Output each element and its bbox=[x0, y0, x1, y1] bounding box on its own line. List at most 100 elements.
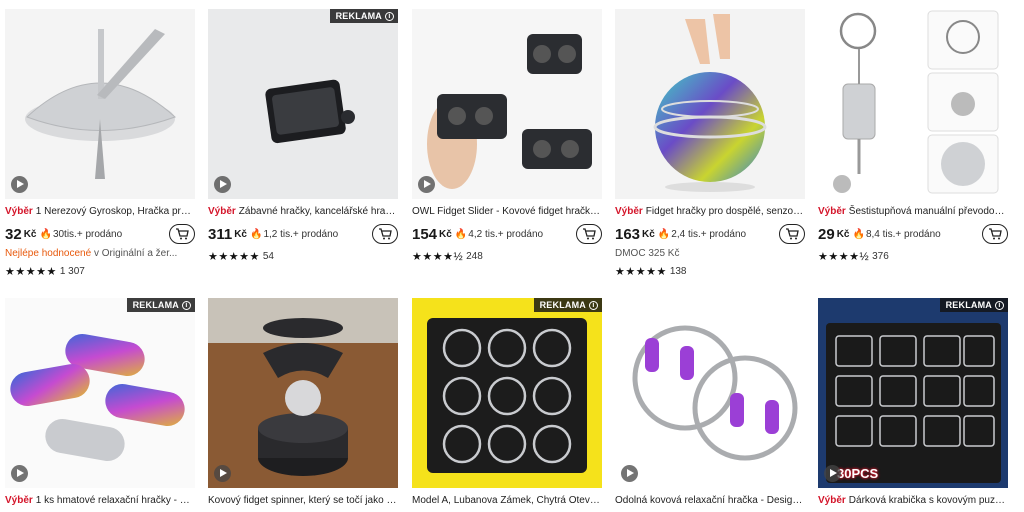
product-title-text: 1 ks hmatové relaxační hračky - Pře... bbox=[35, 495, 195, 506]
puzzle-box-image bbox=[826, 323, 1001, 483]
play-video-icon[interactable] bbox=[214, 465, 231, 482]
play-video-icon[interactable] bbox=[11, 465, 28, 482]
ad-label[interactable]: REKLAMA i bbox=[533, 298, 602, 312]
stars-icon: ★★★★★ bbox=[208, 251, 260, 263]
product-title: Výběr Fidget hračky pro dospělé, senzoric… bbox=[615, 205, 805, 218]
ad-label[interactable]: REKLAMA i bbox=[939, 298, 1008, 312]
product-image[interactable]: REKLAMA i bbox=[412, 298, 602, 488]
ad-label[interactable]: REKLAMA i bbox=[329, 9, 398, 23]
flippy-chain-image bbox=[632, 325, 798, 461]
product-image[interactable]: REKLAMA i 30PCS bbox=[818, 298, 1008, 488]
pcs-overlay-text: 30PCS bbox=[837, 466, 879, 481]
product-card[interactable]: Výběr Fidget hračky pro dospělé, senzoric… bbox=[615, 9, 805, 278]
play-video-icon[interactable] bbox=[418, 176, 435, 193]
stars-icon: ★★★★★ bbox=[5, 266, 57, 278]
product-image[interactable] bbox=[615, 9, 805, 199]
cart-icon bbox=[379, 228, 392, 240]
sold-value: 8,4 tis.+ bbox=[865, 228, 902, 240]
sold-count: 30tis.+ prodáno bbox=[53, 229, 122, 240]
ad-label[interactable]: REKLAMA i bbox=[126, 298, 195, 312]
product-image[interactable] bbox=[615, 298, 805, 488]
sold-suffix: prodáno bbox=[85, 228, 123, 240]
ad-label-text: REKLAMA bbox=[945, 300, 992, 310]
product-card[interactable]: Výběr Šestistupňová manuální převodovk...… bbox=[818, 9, 1008, 263]
play-video-icon[interactable] bbox=[621, 465, 638, 482]
product-price: 29 bbox=[818, 225, 835, 243]
stars-icon: ★★★★★ bbox=[615, 266, 667, 278]
product-title-text: Odolná kovová relaxační hračka - Design … bbox=[615, 495, 805, 506]
sold-count: 2,4 tis.+ prodáno bbox=[671, 229, 746, 240]
sold-count: 1,2 tis.+ prodáno bbox=[263, 229, 338, 240]
product-card[interactable]: Výběr 1 Nerezový Gyroskop, Hračka pro U..… bbox=[5, 9, 195, 278]
choice-badge: Výběr bbox=[818, 206, 846, 217]
sold-value: 1,2 tis.+ bbox=[263, 228, 299, 240]
product-image[interactable] bbox=[208, 298, 398, 488]
fire-icon: 🔥 bbox=[454, 228, 468, 240]
product-card[interactable]: REKLAMA i Výběr 1 ks hmatové relaxační hra… bbox=[5, 298, 195, 507]
review-count: 138 bbox=[669, 266, 687, 277]
product-title-text: Fidget hračky pro dospělé, senzoric... bbox=[645, 206, 805, 217]
add-to-cart-button[interactable] bbox=[372, 224, 398, 244]
chain-spinner-image bbox=[10, 334, 185, 461]
rating: ★★★★½ 376 bbox=[818, 250, 1008, 263]
play-video-icon[interactable] bbox=[824, 465, 841, 482]
review-count: 1 307 bbox=[59, 266, 85, 277]
gyroscope-image bbox=[25, 29, 176, 179]
product-image[interactable]: REKLAMA i bbox=[5, 298, 195, 488]
product-card[interactable]: REKLAMA i Výběr Zábavné hračky, kancelářsk… bbox=[208, 9, 398, 263]
product-title: Výběr Dárková krabička s kovovým puzzle .… bbox=[818, 494, 1008, 507]
product-card[interactable]: REKLAMA i 30PCS Výběr Dárková krabička s k… bbox=[818, 298, 1008, 507]
product-image[interactable]: REKLAMA i bbox=[208, 9, 398, 199]
cart-icon bbox=[786, 228, 799, 240]
info-icon: i bbox=[995, 300, 1004, 310]
product-title-text: Model A, Lubanova Zámek, Chytrá Otevíra.… bbox=[412, 495, 602, 506]
fire-icon: 🔥 bbox=[657, 228, 671, 240]
product-card[interactable]: Kovový fidget spinner, který se točí jak… bbox=[208, 298, 398, 507]
add-to-cart-button[interactable] bbox=[779, 224, 805, 244]
product-image[interactable] bbox=[5, 9, 195, 199]
info-icon: i bbox=[182, 300, 191, 310]
rating: ★★★★★ 54 bbox=[208, 250, 398, 263]
product-card[interactable]: OWL Fidget Slider - Kovové fidget hračky… bbox=[412, 9, 602, 263]
product-price: 311 bbox=[208, 225, 233, 243]
product-title-text: Dárková krabička s kovovým puzzle ... bbox=[848, 495, 1008, 506]
product-price: 154 bbox=[412, 225, 438, 243]
add-to-cart-button[interactable] bbox=[982, 224, 1008, 244]
kinetic-spinner-image bbox=[208, 298, 398, 476]
product-title: Výběr 1 Nerezový Gyroskop, Hračka pro U..… bbox=[5, 205, 195, 218]
product-title: Kovový fidget spinner, který se točí jak… bbox=[208, 494, 398, 507]
sold-suffix: prodáno bbox=[904, 228, 941, 240]
add-to-cart-button[interactable] bbox=[169, 224, 195, 244]
choice-badge: Výběr bbox=[615, 206, 643, 217]
currency: Kč bbox=[234, 228, 247, 240]
cart-icon bbox=[583, 228, 596, 240]
product-card[interactable]: Odolná kovová relaxační hračka - Design … bbox=[615, 298, 805, 507]
product-title: Výběr Šestistupňová manuální převodovk... bbox=[818, 205, 1008, 218]
chain-toy-image bbox=[265, 79, 355, 144]
play-video-icon[interactable] bbox=[214, 176, 231, 193]
fire-icon: 🔥 bbox=[39, 228, 52, 240]
product-image[interactable] bbox=[412, 9, 602, 199]
rating: ★★★★★ 138 bbox=[615, 265, 805, 278]
stars-icon: ★★★★½ bbox=[412, 251, 464, 263]
stars-icon: ★★★★½ bbox=[818, 251, 870, 263]
product-title-text: OWL Fidget Slider - Kovové fidget hračky… bbox=[412, 206, 602, 217]
best-rated-label[interactable]: Nejlépe hodnocené v Originální a žer... bbox=[5, 248, 195, 261]
currency: Kč bbox=[439, 228, 452, 240]
choice-badge: Výběr bbox=[208, 206, 236, 217]
product-price: 32 bbox=[5, 225, 22, 243]
product-card[interactable]: REKLAMA i Model A, Lubanova Zámek, Chytrá… bbox=[412, 298, 602, 507]
review-count: 248 bbox=[466, 251, 483, 262]
info-icon: i bbox=[385, 11, 394, 21]
play-video-icon[interactable] bbox=[11, 176, 28, 193]
info-icon: i bbox=[589, 300, 598, 310]
pcs-overlay: 30PCS bbox=[824, 465, 878, 482]
product-image[interactable] bbox=[818, 9, 1008, 199]
add-to-cart-button[interactable] bbox=[576, 224, 602, 244]
rating: ★★★★½ 248 bbox=[412, 250, 602, 263]
currency: Kč bbox=[836, 228, 850, 240]
review-count: 54 bbox=[262, 251, 274, 262]
fidget-slider-image bbox=[427, 34, 592, 189]
cart-icon bbox=[176, 228, 189, 240]
rating: ★★★★★ 1 307 bbox=[5, 265, 195, 278]
